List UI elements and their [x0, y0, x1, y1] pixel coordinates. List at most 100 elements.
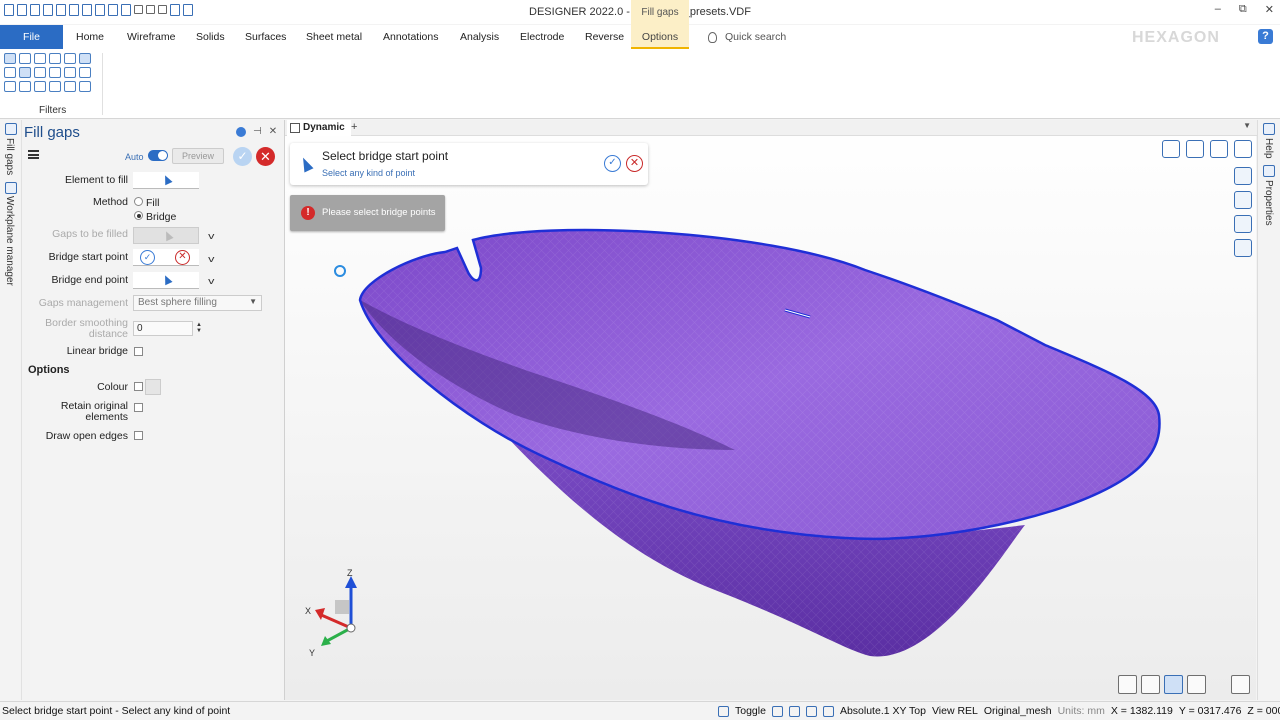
pin-icon[interactable]: ⊣: [253, 126, 262, 137]
properties-icon[interactable]: [183, 4, 193, 16]
back-icon[interactable]: [236, 126, 246, 137]
bridge-end-point-picker[interactable]: [133, 272, 199, 289]
filter-line-icon[interactable]: [34, 53, 46, 64]
fit-view-icon[interactable]: [1210, 140, 1228, 158]
filter-vertex-icon[interactable]: [79, 67, 91, 78]
tab-surfaces[interactable]: Surfaces: [237, 25, 294, 49]
method-bridge-radio[interactable]: [134, 211, 143, 220]
print-icon[interactable]: [69, 4, 79, 16]
retain-original-checkbox[interactable]: [134, 403, 143, 412]
filter-circle-icon[interactable]: [64, 53, 76, 64]
colour-swatch[interactable]: [145, 379, 161, 395]
graphics-viewport[interactable]: Dynamic + ▼ Z X Y Select bridge start po…: [284, 120, 1257, 700]
filter-edge-icon[interactable]: [34, 67, 46, 78]
preview-button[interactable]: Preview: [172, 148, 224, 164]
border-smoothing-input[interactable]: 0: [133, 321, 193, 336]
dock-tab-properties[interactable]: Properties: [1263, 180, 1274, 226]
open-file-icon[interactable]: [17, 4, 27, 16]
tab-annotations[interactable]: Annotations: [375, 25, 446, 49]
prompt-ok-button[interactable]: ✓: [604, 155, 621, 172]
clear-icon[interactable]: ✕: [175, 250, 190, 265]
refresh-icon[interactable]: [158, 5, 167, 14]
cancel-button[interactable]: ✕: [256, 147, 275, 166]
filter-point-icon[interactable]: [49, 53, 61, 64]
restore-button[interactable]: ⧉: [1239, 3, 1247, 16]
filter-grid-icon[interactable]: [19, 53, 31, 64]
tab-options[interactable]: Options: [631, 25, 689, 49]
chevron-down-icon[interactable]: v: [208, 276, 214, 286]
tab-reverse[interactable]: Reverse: [577, 25, 632, 49]
save-as-icon[interactable]: [56, 4, 66, 16]
layers-icon[interactable]: [1234, 167, 1252, 185]
linear-bridge-checkbox[interactable]: [134, 347, 143, 356]
undo-icon[interactable]: [134, 5, 143, 14]
workplane-small-icon[interactable]: [822, 705, 834, 717]
filter-select-icon[interactable]: [4, 53, 16, 64]
hamburger-menu-icon[interactable]: [28, 150, 39, 159]
dock-tab-fill-gaps[interactable]: Fill gaps: [4, 138, 15, 175]
tab-solids[interactable]: Solids: [188, 25, 233, 49]
spinner-icon[interactable]: ▲ ▼: [196, 322, 202, 334]
bridge-start-point-picker[interactable]: ✓ ✕: [133, 249, 199, 266]
cut-icon[interactable]: [82, 4, 92, 16]
check-icon[interactable]: ✓: [140, 250, 155, 265]
repeat-icon[interactable]: [121, 4, 131, 16]
tab-home[interactable]: Home: [68, 25, 112, 49]
close-button[interactable]: ✕: [1265, 3, 1274, 16]
filter-chain-icon[interactable]: [64, 81, 76, 92]
view-cube-icon[interactable]: [1162, 140, 1180, 158]
paste-icon[interactable]: [108, 4, 118, 16]
filter-node-icon[interactable]: [49, 81, 61, 92]
snap-icon[interactable]: [771, 705, 783, 717]
tab-electrode[interactable]: Electrode: [512, 25, 572, 49]
active-mesh[interactable]: Original_mesh: [984, 705, 1052, 717]
grid-display-icon[interactable]: [1234, 191, 1252, 209]
dock-tab-workplane-manager[interactable]: Workplane manager: [4, 196, 15, 286]
redo-icon[interactable]: [146, 5, 155, 14]
prompt-cancel-button[interactable]: ✕: [626, 155, 643, 172]
filter-arc-icon[interactable]: [19, 81, 31, 92]
visibility-icon[interactable]: [1234, 215, 1252, 233]
toggle-icon[interactable]: [718, 705, 729, 717]
tab-wireframe[interactable]: Wireframe: [119, 25, 183, 49]
filter-target-icon[interactable]: [64, 67, 76, 78]
copy-icon[interactable]: [95, 4, 105, 16]
help-button[interactable]: ?: [1258, 29, 1273, 44]
save-icon[interactable]: [43, 4, 53, 16]
toggle-label[interactable]: Toggle: [735, 705, 766, 717]
colour-checkbox[interactable]: [134, 382, 143, 391]
new-file-icon[interactable]: [4, 4, 14, 16]
view-mode[interactable]: View REL: [932, 705, 978, 717]
view-menu-icon[interactable]: [1234, 140, 1252, 158]
shaded-mode-icon[interactable]: [1164, 675, 1183, 694]
delete-icon[interactable]: [170, 4, 180, 16]
measure-icon[interactable]: [1118, 675, 1137, 694]
chevron-down-icon[interactable]: v: [208, 231, 214, 241]
open-folder-icon[interactable]: [30, 4, 40, 16]
close-panel-icon[interactable]: ✕: [269, 126, 277, 137]
filter-mesh-icon[interactable]: [79, 53, 91, 64]
draw-open-edges-checkbox[interactable]: [134, 431, 143, 440]
dock-tab-help[interactable]: Help: [1263, 138, 1274, 159]
filter-face-icon[interactable]: [19, 67, 31, 78]
ok-button[interactable]: ✓: [233, 147, 252, 166]
check-small-icon[interactable]: [805, 705, 817, 717]
filter-cross-icon[interactable]: [49, 67, 61, 78]
hide-icon[interactable]: [1234, 239, 1252, 257]
multi-view-icon[interactable]: [1187, 675, 1206, 694]
element-to-fill-picker[interactable]: [133, 172, 199, 189]
filter-pen-icon[interactable]: [4, 81, 16, 92]
gaps-management-select[interactable]: Best sphere filling ▼: [133, 295, 262, 311]
auto-toggle[interactable]: [148, 150, 168, 161]
method-fill-radio[interactable]: [134, 197, 143, 206]
help-small-icon[interactable]: [788, 705, 800, 717]
coord-system[interactable]: Absolute.1 XY Top: [840, 705, 926, 717]
chevron-down-icon[interactable]: v: [208, 254, 214, 264]
tab-sheet-metal[interactable]: Sheet metal: [298, 25, 370, 49]
filter-plus-icon[interactable]: [34, 81, 46, 92]
zoom-area-icon[interactable]: [1186, 140, 1204, 158]
filter-spline-icon[interactable]: [79, 81, 91, 92]
tab-analysis[interactable]: Analysis: [452, 25, 507, 49]
quick-search[interactable]: Quick search: [708, 31, 786, 43]
select-arrow-icon[interactable]: [1231, 675, 1250, 694]
